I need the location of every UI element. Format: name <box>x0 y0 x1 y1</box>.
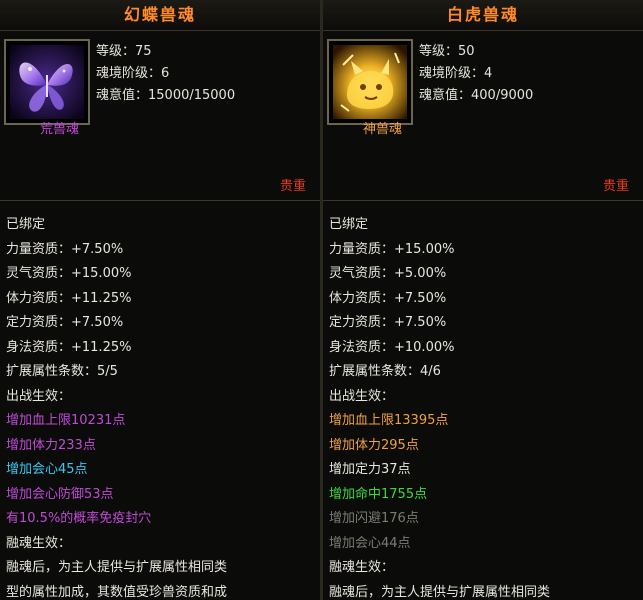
item-icon-frame[interactable] <box>327 39 413 125</box>
battle-effect-line: 增加会心45点 <box>6 462 88 477</box>
soul-type-label: 荒兽魂 <box>40 122 80 137</box>
rank-label: 贵重 <box>602 179 629 194</box>
white-tiger-icon <box>333 45 407 119</box>
bound-status: 已绑定 <box>6 217 46 232</box>
item-title: 幻蝶兽魂 <box>0 0 320 31</box>
attribute-line: 体力资质：+11.25% <box>6 290 132 306</box>
fusion-description: 融魂后，为主人提供与扩展属性相同类 <box>329 584 551 600</box>
fusion-effect-header: 融魂生效： <box>329 560 395 575</box>
battle-effect-line: 增加闪避176点 <box>329 511 419 526</box>
item-icon-frame[interactable] <box>4 39 90 125</box>
soul-value-text: 魂意值：15000/15000 <box>96 88 236 103</box>
divider-line <box>323 200 643 201</box>
rank-label: 贵重 <box>279 179 306 194</box>
realm-text: 魂境阶级：4 <box>419 66 493 81</box>
attribute-line: 定力资质：+7.50% <box>6 315 124 330</box>
fusion-description: 融魂后，为主人提供与扩展属性相同类 <box>6 560 228 575</box>
right-item-tooltip: 白虎兽魂 等级：50 魂境阶级：4 魂意值：400/9000 神兽魂 贵重 已绑… <box>323 0 643 600</box>
ext-attr-count: 扩展属性条数：5/5 <box>6 364 118 379</box>
battle-effect-line: 增加体力295点 <box>329 437 419 453</box>
battle-effect-line: 增加命中1755点 <box>329 486 428 502</box>
fusion-description: 型的属性加成，其数值受珍兽资质和成 <box>6 584 228 600</box>
item-title: 白虎兽魂 <box>323 0 643 31</box>
attribute-line: 定力资质：+7.50% <box>329 315 447 330</box>
battle-effect-line: 有10.5%的概率免疫封穴 <box>6 511 152 526</box>
level-text: 等级：75 <box>96 44 152 59</box>
butterfly-icon <box>10 45 84 119</box>
attribute-line: 身法资质：+10.00% <box>329 339 455 355</box>
attribute-line: 身法资质：+11.25% <box>6 339 132 355</box>
bound-status: 已绑定 <box>329 217 369 232</box>
battle-effect-line: 增加血上限10231点 <box>6 413 126 428</box>
battle-effect-header: 出战生效： <box>329 388 395 404</box>
level-text: 等级：50 <box>419 44 475 59</box>
battle-effect-line: 增加体力233点 <box>6 437 96 453</box>
battle-effect-line: 增加血上限13395点 <box>329 413 449 428</box>
battle-effect-header: 出战生效： <box>6 388 72 404</box>
divider-line <box>0 200 320 201</box>
realm-text: 魂境阶级：6 <box>96 66 170 81</box>
attribute-line: 灵气资质：+15.00% <box>6 266 132 281</box>
ext-attr-count: 扩展属性条数：4/6 <box>329 364 441 379</box>
attribute-line: 灵气资质：+5.00% <box>329 266 447 281</box>
left-item-tooltip: 幻蝶兽魂 等级：75 魂境阶级：6 魂意值：15000/15000 荒兽魂 贵重… <box>0 0 320 600</box>
soul-value-text: 魂意值：400/9000 <box>419 88 534 103</box>
fusion-effect-header: 融魂生效： <box>6 535 72 551</box>
battle-effect-line: 增加定力37点 <box>329 462 411 477</box>
battle-effect-line: 增加会心防御53点 <box>6 486 114 502</box>
attribute-line: 力量资质：+15.00% <box>329 241 455 257</box>
soul-type-label: 神兽魂 <box>363 122 403 137</box>
attribute-line: 力量资质：+7.50% <box>6 241 124 257</box>
attribute-line: 体力资质：+7.50% <box>329 290 447 306</box>
battle-effect-line: 增加会心44点 <box>329 535 411 551</box>
